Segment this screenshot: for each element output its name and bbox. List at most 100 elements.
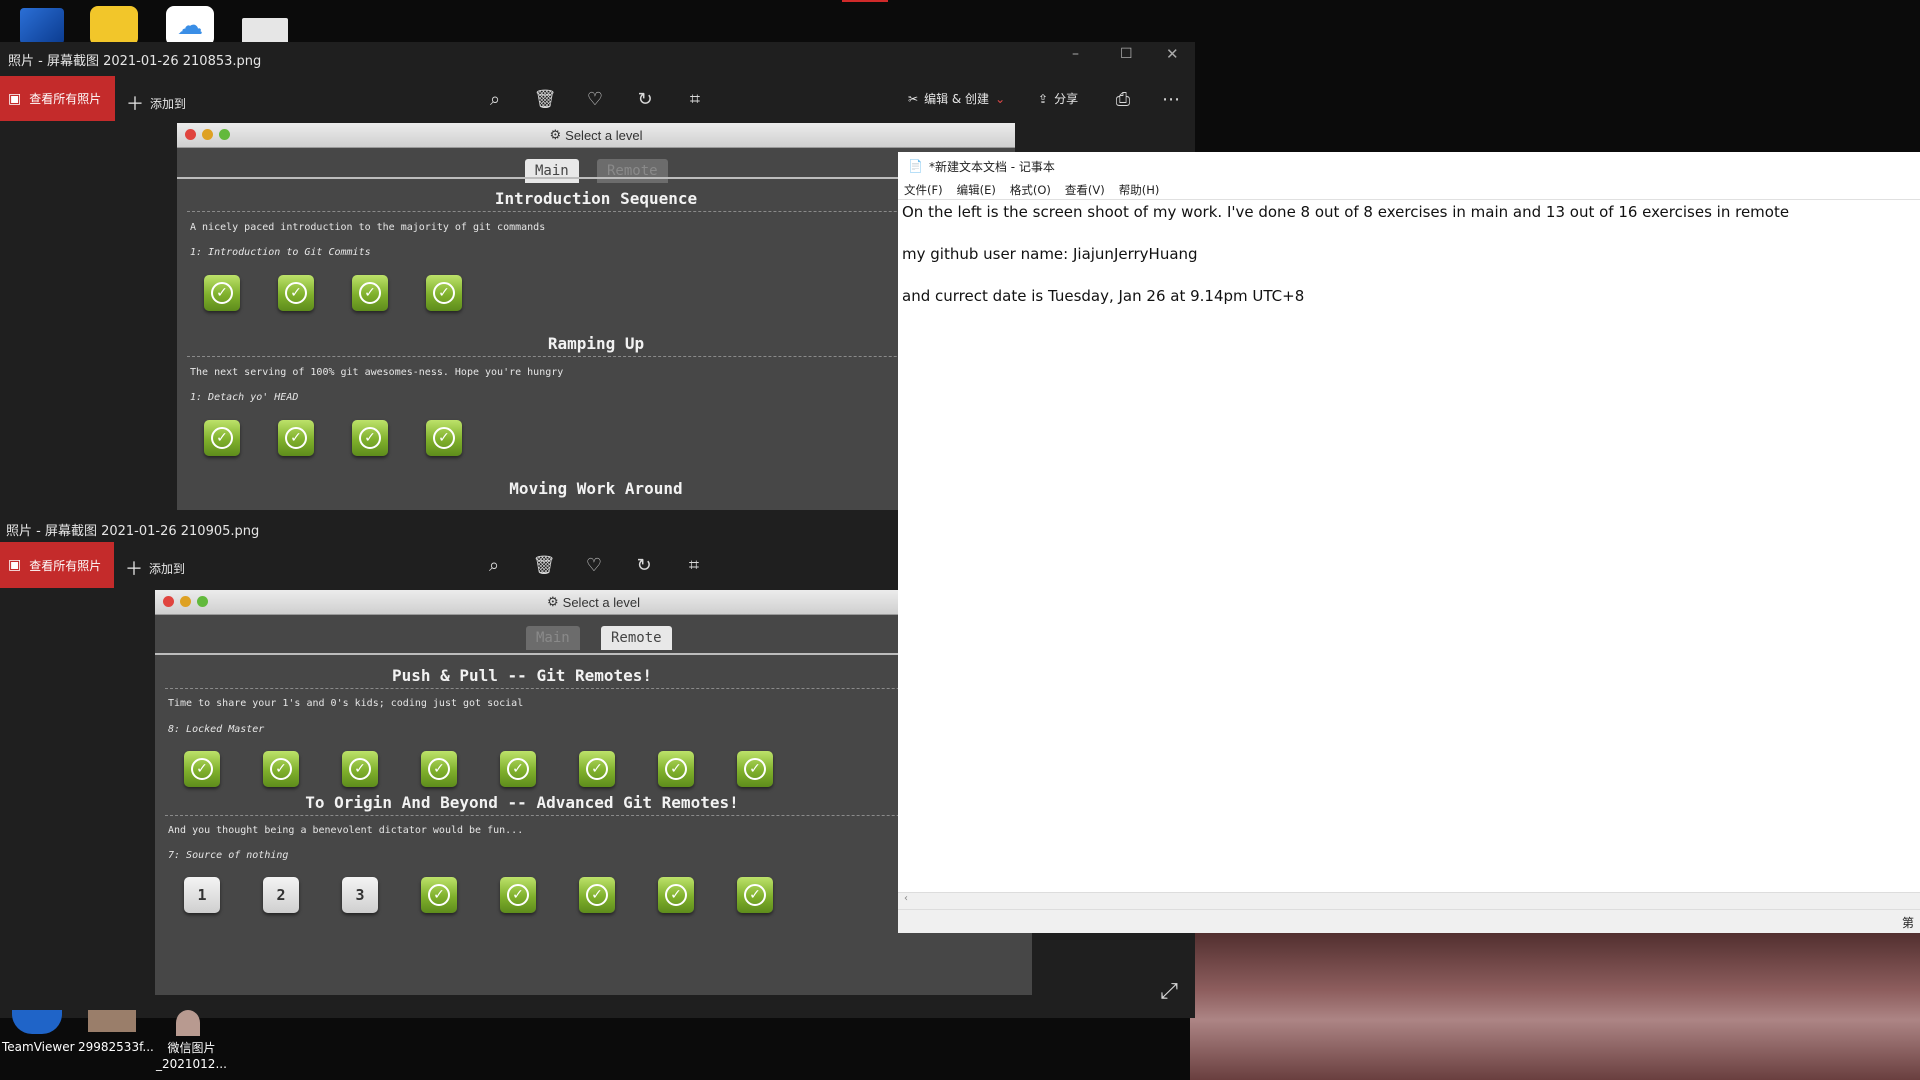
- level-row: ✓ ✓ ✓ ✓: [204, 275, 462, 311]
- level-complete-button[interactable]: ✓: [278, 420, 314, 456]
- desktop-wallpaper-bottom: [1190, 930, 1920, 1080]
- menu-help[interactable]: 帮助(H): [1119, 182, 1160, 198]
- tab-remote[interactable]: Remote: [597, 159, 668, 183]
- view-all-photos-button[interactable]: ▣ 查看所有照片: [0, 76, 115, 121]
- delete-icon[interactable]: 🗑: [534, 88, 557, 110]
- section-description: Time to share your 1's and 0's kids; cod…: [168, 698, 524, 709]
- menu-edit[interactable]: 编辑(E): [957, 182, 996, 198]
- level-complete-button[interactable]: ✓: [579, 877, 615, 913]
- delete-icon[interactable]: 🗑: [533, 554, 556, 576]
- share-button[interactable]: ⇪ 分享: [1038, 90, 1078, 107]
- teamviewer-icon[interactable]: [12, 1010, 62, 1034]
- tab-main[interactable]: Main: [525, 159, 579, 183]
- level-complete-button[interactable]: ✓: [426, 420, 462, 456]
- minimize-dot[interactable]: [202, 129, 213, 140]
- gear-icon: ⚙: [549, 127, 562, 142]
- section-divider: [165, 815, 1025, 816]
- section-heading: To Origin And Beyond -- Advanced Git Rem…: [305, 793, 739, 812]
- print-icon[interactable]: ⎙: [1112, 88, 1134, 110]
- zoom-icon[interactable]: ⌕: [484, 88, 506, 110]
- close-dot[interactable]: [163, 596, 174, 607]
- photos-icon: ▣: [8, 557, 22, 573]
- rotate-icon[interactable]: ↻: [633, 554, 655, 576]
- zoom-dot[interactable]: [197, 596, 208, 607]
- zoom-icon[interactable]: ⌕: [483, 554, 505, 576]
- level-complete-button[interactable]: ✓: [352, 275, 388, 311]
- notepad-text-area[interactable]: On the left is the screen shoot of my wo…: [898, 200, 1920, 892]
- close-dot[interactable]: [185, 129, 196, 140]
- level-complete-button[interactable]: ✓: [737, 751, 773, 787]
- scroll-left-icon[interactable]: ‹: [904, 893, 908, 904]
- favorite-icon[interactable]: ♡: [584, 88, 606, 110]
- level-complete-button[interactable]: ✓: [500, 751, 536, 787]
- check-icon: ✓: [744, 758, 766, 780]
- zoom-dot[interactable]: [219, 129, 230, 140]
- plus-icon: ＋: [125, 559, 143, 580]
- check-icon: ✓: [191, 758, 213, 780]
- tab-remote[interactable]: Remote: [601, 626, 672, 650]
- edit-label: 编辑 & 创建: [924, 92, 990, 106]
- section-subtitle: 8: Locked Master: [168, 724, 265, 735]
- section-subtitle: 1: Detach yo' HEAD: [190, 392, 299, 403]
- level-window-title: Select a level: [565, 127, 643, 143]
- level-complete-button[interactable]: ✓: [421, 751, 457, 787]
- section-heading: Ramping Up: [547, 334, 645, 353]
- section-heading: Push & Pull -- Git Remotes!: [391, 666, 653, 685]
- level-complete-button[interactable]: ✓: [184, 751, 220, 787]
- check-icon: ✓: [211, 427, 233, 449]
- level-select-window: ⚙ Select a level Main Remote Introductio…: [177, 123, 1015, 510]
- level-complete-button[interactable]: ✓: [426, 275, 462, 311]
- image-file-icon[interactable]: [88, 1010, 136, 1032]
- level-complete-button[interactable]: ✓: [263, 751, 299, 787]
- crop-icon[interactable]: ⌗: [684, 88, 706, 110]
- tab-main[interactable]: Main: [526, 626, 580, 650]
- minimize-icon[interactable]: –: [1072, 46, 1079, 62]
- crop-icon[interactable]: ⌗: [683, 554, 705, 576]
- rotate-icon[interactable]: ↻: [634, 88, 656, 110]
- menu-view[interactable]: 查看(V): [1065, 182, 1105, 198]
- level-row: 1 2 3 ✓ ✓ ✓ ✓ ✓: [184, 877, 773, 913]
- notepad-icon: 📄: [908, 159, 923, 173]
- section-subtitle: 1: Introduction to Git Commits: [190, 247, 371, 258]
- level-complete-button[interactable]: ✓: [204, 275, 240, 311]
- level-button[interactable]: 1: [184, 877, 220, 913]
- check-icon: ✓: [433, 427, 455, 449]
- maximize-icon[interactable]: ☐: [1120, 46, 1133, 62]
- level-complete-button[interactable]: ✓: [342, 751, 378, 787]
- level-complete-button[interactable]: ✓: [352, 420, 388, 456]
- level-complete-button[interactable]: ✓: [579, 751, 615, 787]
- level-complete-button[interactable]: ✓: [737, 877, 773, 913]
- menu-file[interactable]: 文件(F): [904, 182, 943, 198]
- close-icon[interactable]: ✕: [1166, 45, 1179, 63]
- check-icon: ✓: [359, 427, 381, 449]
- add-to-button[interactable]: ＋ 添加到: [126, 90, 186, 116]
- image-file-icon[interactable]: [176, 1010, 200, 1036]
- check-icon: ✓: [433, 282, 455, 304]
- minimize-dot[interactable]: [180, 596, 191, 607]
- level-complete-button[interactable]: ✓: [421, 877, 457, 913]
- level-complete-button[interactable]: ✓: [278, 275, 314, 311]
- level-complete-button[interactable]: ✓: [658, 751, 694, 787]
- desktop-app-icon[interactable]: [90, 6, 138, 46]
- level-complete-button[interactable]: ✓: [500, 877, 536, 913]
- more-icon[interactable]: ⋯: [1160, 88, 1182, 110]
- section-divider: [165, 688, 1025, 689]
- taskbar-indicator: [842, 0, 888, 2]
- menu-format[interactable]: 格式(O): [1010, 182, 1051, 198]
- favorite-icon[interactable]: ♡: [583, 554, 605, 576]
- level-button[interactable]: 3: [342, 877, 378, 913]
- level-button[interactable]: 2: [263, 877, 299, 913]
- add-to-button[interactable]: ＋ 添加到: [125, 555, 185, 581]
- level-complete-button[interactable]: ✓: [204, 420, 240, 456]
- notepad-title: *新建文本文档 - 记事本: [928, 159, 1055, 174]
- view-all-photos-button[interactable]: ▣ 查看所有照片: [0, 542, 114, 588]
- edit-create-button[interactable]: ✂ 编辑 & 创建 ⌄: [908, 90, 1005, 107]
- check-icon: ✓: [285, 427, 307, 449]
- baidu-netdisk-icon[interactable]: ☁: [166, 6, 214, 46]
- fullscreen-icon[interactable]: ⤢: [1158, 979, 1180, 1004]
- status-bar: 第: [898, 909, 1920, 933]
- level-complete-button[interactable]: ✓: [658, 877, 694, 913]
- section-description: A nicely paced introduction to the major…: [190, 222, 546, 233]
- desktop-app-icon[interactable]: [20, 8, 64, 44]
- horizontal-scrollbar[interactable]: ‹: [898, 892, 1920, 909]
